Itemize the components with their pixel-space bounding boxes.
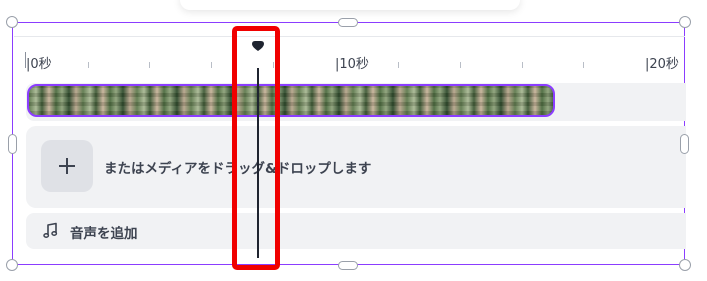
video-clip-thumbnails[interactable] — [27, 84, 555, 117]
ruler-top-border — [14, 36, 685, 37]
ruler-tick — [211, 62, 212, 68]
resize-handle-bottom[interactable] — [338, 261, 358, 270]
top-toolbar-edge — [180, 0, 520, 10]
add-media-button[interactable] — [41, 140, 93, 192]
ruler-tick — [522, 62, 523, 68]
ruler-tick — [149, 62, 150, 68]
resize-handle-left[interactable] — [8, 134, 17, 154]
ruler-tick — [398, 62, 399, 68]
ruler-tick — [583, 62, 584, 68]
add-audio-label: 音声を追加 — [70, 226, 138, 242]
playhead-highlight-box — [232, 26, 280, 270]
resize-handle-right[interactable] — [680, 134, 689, 154]
ruler-label-10: |10秒 — [335, 57, 369, 72]
plus-icon — [59, 158, 75, 174]
resize-handle-top-left[interactable] — [6, 16, 18, 28]
music-note-icon — [43, 222, 58, 238]
ruler-label-20: |20秒 — [645, 57, 679, 72]
ruler-tick — [88, 62, 89, 68]
resize-handle-bottom-right[interactable] — [679, 259, 691, 271]
ruler-tick — [460, 62, 461, 68]
resize-handle-bottom-left[interactable] — [6, 259, 18, 271]
resize-handle-top[interactable] — [338, 18, 358, 27]
ruler-label-0: |0秒 — [26, 57, 52, 72]
resize-handle-top-right[interactable] — [679, 16, 691, 28]
